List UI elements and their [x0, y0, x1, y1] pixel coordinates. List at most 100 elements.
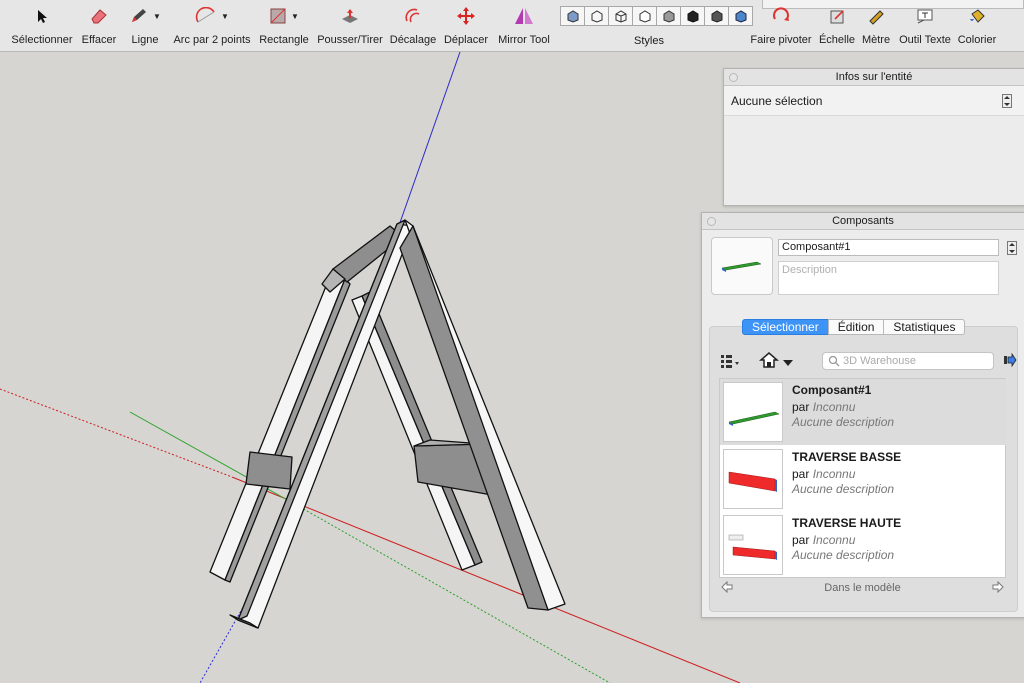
- entity-info-title-bar[interactable]: Infos sur l'entité: [724, 69, 1024, 86]
- style-xray-button[interactable]: [560, 6, 585, 26]
- line-tool-label: Ligne: [131, 34, 159, 46]
- style-shaded-button[interactable]: [656, 6, 681, 26]
- components-panel: Composants Composant#1 Description Sélec…: [701, 212, 1024, 618]
- move-icon: [456, 0, 476, 32]
- rotate-tool-label: Faire pivoter: [750, 34, 812, 46]
- mirror-tool-button[interactable]: Mirror Tool: [496, 0, 552, 52]
- paint-bucket-tool-label: Colorier: [957, 34, 997, 46]
- style-wireframe-button[interactable]: [608, 6, 633, 26]
- component-thumbnail: [723, 515, 783, 575]
- tape-measure-tool-label: Mètre: [861, 34, 891, 46]
- chevron-down-icon[interactable]: ▼: [153, 12, 161, 21]
- scale-tool-button[interactable]: Échelle: [818, 0, 856, 52]
- component-description: Aucune description: [792, 548, 895, 562]
- scale-tool-label: Échelle: [818, 34, 856, 46]
- tape-measure-icon: [866, 0, 886, 32]
- list-item[interactable]: Composant#1 par Inconnu Aucune descripti…: [720, 379, 1006, 445]
- main-toolbar: Sélectionner Effacer ▼ Ligne ▼ Arc par 2…: [0, 0, 1024, 52]
- styles-label: Styles: [634, 35, 664, 47]
- rotate-tool-button[interactable]: Faire pivoter: [750, 0, 812, 52]
- forward-arrow-icon[interactable]: [1003, 352, 1017, 372]
- rotate-icon: [771, 0, 791, 32]
- entity-selection-row: Aucune sélection: [724, 86, 1024, 116]
- components-tabs: Sélectionner Édition Statistiques: [742, 319, 966, 335]
- entity-info-panel: Infos sur l'entité Aucune sélection: [723, 68, 1024, 206]
- push-pull-tool-label: Pousser/Tirer: [317, 34, 383, 46]
- mirror-icon: [513, 0, 535, 32]
- red-axis: [231, 476, 741, 683]
- offset-icon: [403, 0, 423, 32]
- component-preview-thumbnail: [711, 237, 773, 295]
- tape-measure-tool-button[interactable]: Mètre: [862, 0, 890, 52]
- component-name: TRAVERSE HAUTE: [792, 516, 902, 530]
- home-icon[interactable]: [759, 351, 779, 374]
- arc-tool-button[interactable]: ▼ Arc par 2 points: [172, 0, 252, 52]
- text-tool-label: Outil Texte: [899, 34, 951, 46]
- offset-tool-label: Décalage: [389, 34, 437, 46]
- paint-bucket-tool-button[interactable]: Colorier: [956, 0, 998, 52]
- component-name-field[interactable]: Composant#1: [778, 239, 999, 256]
- text-tool-icon: [915, 0, 935, 32]
- components-nav-row: 3D Warehouse: [719, 349, 1019, 373]
- footer-location-label: Dans le modèle: [824, 582, 901, 594]
- pencil-icon: ▼: [129, 0, 161, 32]
- select-arrow-icon: [35, 0, 49, 32]
- move-tool-label: Déplacer: [443, 34, 489, 46]
- chevron-down-icon[interactable]: [782, 355, 794, 373]
- component-author: par Inconnu: [792, 533, 856, 547]
- line-tool-button[interactable]: ▼ Ligne: [128, 0, 162, 52]
- tab-statistics[interactable]: Statistiques: [883, 319, 966, 335]
- component-description-field[interactable]: Description: [778, 261, 999, 295]
- chevron-down-icon[interactable]: ▼: [291, 12, 299, 21]
- entity-info-title: Infos sur l'entité: [835, 71, 913, 83]
- eraser-tool-label: Effacer: [81, 34, 117, 46]
- rectangle-tool-label: Rectangle: [259, 34, 309, 46]
- style-back-edges-button[interactable]: [584, 6, 609, 26]
- push-pull-icon: [339, 0, 361, 32]
- tab-edit[interactable]: Édition: [827, 319, 885, 335]
- offset-tool-button[interactable]: Décalage: [389, 0, 437, 52]
- arc-tool-label: Arc par 2 points: [173, 34, 251, 46]
- style-hidden-line-button[interactable]: [632, 6, 657, 26]
- arc-icon: ▼: [195, 0, 229, 32]
- paint-bucket-icon: [967, 0, 987, 32]
- component-description: Aucune description: [792, 415, 895, 429]
- text-tool-button[interactable]: Outil Texte: [898, 0, 952, 52]
- chevron-down-icon[interactable]: ▼: [221, 12, 229, 21]
- expand-icon[interactable]: [1002, 94, 1012, 108]
- move-tool-button[interactable]: Déplacer: [443, 0, 489, 52]
- components-list: Composant#1 par Inconnu Aucune descripti…: [719, 378, 1006, 578]
- components-footer: Dans le modèle: [719, 579, 1006, 597]
- sawhorse-model[interactable]: [209, 219, 566, 629]
- tab-select[interactable]: Sélectionner: [742, 319, 829, 335]
- entity-selection-text: Aucune sélection: [731, 94, 823, 108]
- red-axis-negative: [0, 388, 233, 478]
- eraser-icon: [89, 0, 109, 32]
- select-tool-button[interactable]: Sélectionner: [10, 0, 74, 52]
- close-icon[interactable]: [729, 73, 738, 82]
- list-item[interactable]: TRAVERSE BASSE par Inconnu Aucune descri…: [720, 446, 1006, 512]
- list-item[interactable]: TRAVERSE HAUTE par Inconnu Aucune descri…: [720, 512, 1006, 578]
- push-pull-tool-button[interactable]: Pousser/Tirer: [316, 0, 384, 52]
- style-textures-button[interactable]: [680, 6, 705, 26]
- forward-arrow-icon[interactable]: [992, 580, 1004, 596]
- components-title-bar[interactable]: Composants: [702, 213, 1024, 230]
- component-thumbnail: [723, 382, 783, 442]
- eraser-tool-button[interactable]: Effacer: [80, 0, 118, 52]
- view-options-icon[interactable]: [719, 353, 741, 374]
- search-input[interactable]: 3D Warehouse: [822, 352, 994, 370]
- select-tool-label: Sélectionner: [11, 34, 73, 46]
- rectangle-tool-button[interactable]: ▼ Rectangle: [258, 0, 310, 52]
- rectangle-icon: ▼: [269, 0, 299, 32]
- component-name: Composant#1: [792, 383, 872, 397]
- components-title: Composants: [832, 215, 894, 227]
- component-name: TRAVERSE BASSE: [792, 450, 902, 464]
- mirror-tool-label: Mirror Tool: [498, 34, 550, 46]
- details-expand-icon[interactable]: [1007, 241, 1017, 255]
- search-icon: [828, 354, 840, 373]
- close-icon[interactable]: [707, 217, 716, 226]
- style-monochrome-button[interactable]: [704, 6, 729, 26]
- search-placeholder: 3D Warehouse: [843, 355, 916, 367]
- component-author: par Inconnu: [792, 400, 856, 414]
- component-author: par Inconnu: [792, 467, 856, 481]
